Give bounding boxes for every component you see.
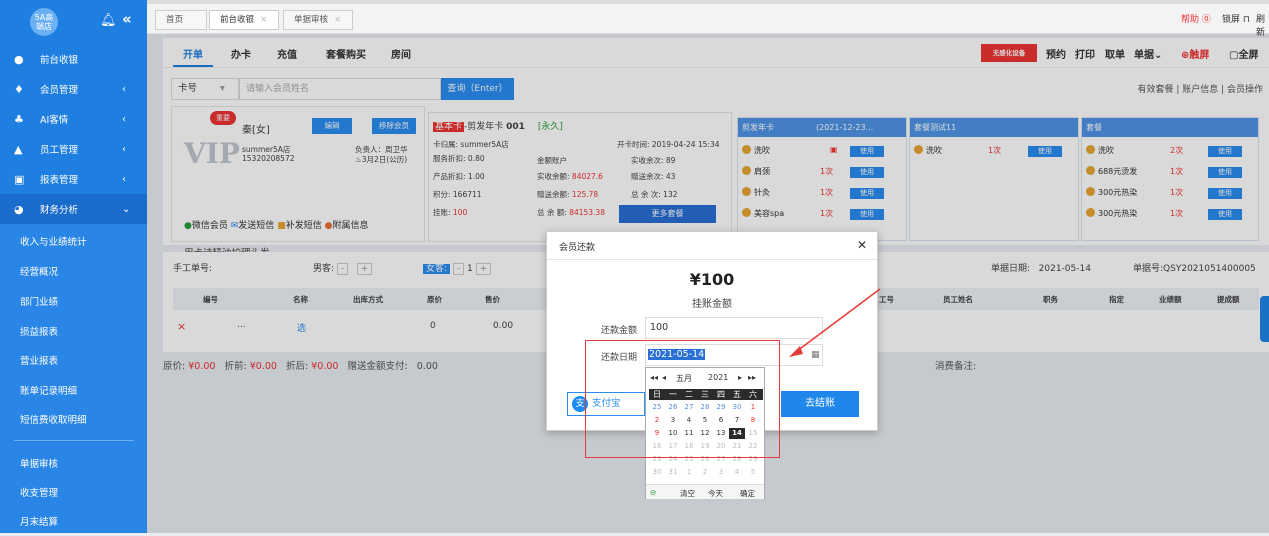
submenu-item[interactable]: 经营概况 xyxy=(0,256,147,286)
store-logo: 5A高 端店 xyxy=(30,8,58,36)
calendar-day[interactable]: 31 xyxy=(665,467,681,478)
submenu-label: 营业报表 xyxy=(20,356,59,367)
tab-label: 前台收银 xyxy=(220,15,255,25)
calendar-icon[interactable]: ▦ xyxy=(811,350,820,360)
submenu-item[interactable]: 收入与业绩统计 xyxy=(0,226,147,256)
submenu-label: 短信费收取明细 xyxy=(20,415,87,426)
bell-icon[interactable]: 🔔︎ xyxy=(100,13,117,28)
sidebar-item-reports[interactable]: ▣ 报表管理 ‹ xyxy=(0,164,147,194)
arrears-amount-label: 挂账金额 xyxy=(692,299,732,310)
chevron-down-icon: ⌄ xyxy=(122,203,131,215)
tab-label: 首页 xyxy=(166,15,184,25)
calendar-day[interactable]: 5 xyxy=(745,467,761,478)
collapse-sidebar-icon[interactable]: « xyxy=(122,10,132,28)
arrears-amount: ¥100 xyxy=(689,270,735,289)
tab-cashier[interactable]: 前台收银 × xyxy=(209,10,279,30)
calendar-day[interactable]: 3 xyxy=(713,467,729,478)
logo-line-2: 端店 xyxy=(36,22,52,31)
submenu-item[interactable]: 收支管理 xyxy=(0,477,147,507)
submenu-label: 单据审核 xyxy=(20,459,59,470)
sidebar-item-label: 员工管理 xyxy=(40,145,79,156)
calendar-day[interactable]: 1 xyxy=(681,467,697,478)
diamond-icon: ♦ xyxy=(14,82,24,96)
lock-screen-link[interactable]: 锁屏 ⊓ xyxy=(1222,12,1250,25)
sidebar-item-label: 前台收银 xyxy=(40,55,79,66)
submenu-label: 损益报表 xyxy=(20,327,59,338)
calendar-day[interactable]: 30 xyxy=(649,467,665,478)
chevron-left-icon: ‹ xyxy=(122,173,126,185)
sidebar: 5A高 端店 🔔︎ « ● 前台收银 ♦ 会员管理 ‹ ♣ AI客情 ‹ ▲ 员工管理 ‹ ▣… xyxy=(0,0,147,533)
submenu-label: 账单记录明细 xyxy=(20,386,78,397)
submenu-item[interactable]: 单据审核 xyxy=(0,448,147,478)
sidebar-item-finance[interactable]: ◕ 财务分析 ⌄ xyxy=(0,194,147,224)
tab-home[interactable]: 首页 xyxy=(155,10,207,30)
submenu-item[interactable]: 部门业绩 xyxy=(0,286,147,316)
calendar-day[interactable]: 2 xyxy=(697,467,713,478)
question-icon: ⓪ xyxy=(1201,15,1211,25)
ok-button[interactable]: 确定 xyxy=(740,488,755,499)
user-icon: ▲ xyxy=(14,142,23,156)
submenu-label: 收支管理 xyxy=(20,488,59,499)
sidebar-divider xyxy=(14,440,134,441)
sidebar-item-staff[interactable]: ▲ 员工管理 ‹ xyxy=(0,134,147,164)
sidebar-item-label: 会员管理 xyxy=(40,85,79,96)
clear-button[interactable]: 清空 xyxy=(680,488,695,499)
chevron-left-icon: ‹ xyxy=(122,143,126,155)
today-button[interactable]: 今天 xyxy=(708,488,723,499)
submenu-item[interactable]: 短信费收取明细 xyxy=(0,404,147,434)
lock-icon: ⊓ xyxy=(1242,15,1250,25)
monitor-icon: ▣ xyxy=(14,172,25,186)
sidebar-item-members[interactable]: ♦ 会员管理 ‹ xyxy=(0,74,147,104)
sidebar-item-label: 报表管理 xyxy=(40,175,79,186)
pie-chart-icon: ◕ xyxy=(14,202,24,216)
tab-bar: 首页 前台收银× 单据审核× 帮助 ⓪ 锁屏 ⊓ 刷新 C xyxy=(147,0,1269,48)
submenu-label: 收入与业绩统计 xyxy=(20,237,87,248)
help-link[interactable]: 帮助 ⓪ xyxy=(1181,12,1211,25)
chevron-left-icon: ‹ xyxy=(122,83,126,95)
dialog-header: 会员还款 ✕ xyxy=(547,232,877,260)
close-icon[interactable]: × xyxy=(260,15,267,25)
pay-amount-input[interactable]: 100 xyxy=(645,317,823,339)
sidebar-item-ai[interactable]: ♣ AI客情 ‹ xyxy=(0,104,147,134)
back-icon[interactable]: ⊖ xyxy=(650,488,656,497)
close-icon[interactable]: × xyxy=(334,15,341,25)
tab-label: 单据审核 xyxy=(294,15,329,25)
submenu-label: 月末结算 xyxy=(20,517,59,528)
pay-amount-label: 还款金额 xyxy=(601,326,638,336)
top-strip xyxy=(147,0,1269,4)
submenu-item[interactable]: 账单记录明细 xyxy=(0,375,147,405)
money-icon: ● xyxy=(14,52,24,66)
dialog-title: 会员还款 xyxy=(559,243,596,253)
lock-label: 锁屏 xyxy=(1222,15,1241,25)
calendar-day[interactable]: 4 xyxy=(729,467,745,478)
logo-line-1: 5A高 xyxy=(34,13,54,22)
submenu-label: 经营概况 xyxy=(20,267,59,278)
submenu-item[interactable]: 月末结算 xyxy=(0,506,147,536)
submenu-label: 部门业绩 xyxy=(20,297,59,308)
sidebar-item-label: 财务分析 xyxy=(40,205,79,216)
checkout-button[interactable]: 去结账 xyxy=(781,391,859,417)
tab-audit[interactable]: 单据审核 × xyxy=(283,10,353,30)
highlight-box xyxy=(585,340,780,458)
submenu-item[interactable]: 损益报表 xyxy=(0,316,147,346)
submenu-item[interactable]: 营业报表 xyxy=(0,345,147,375)
sidebar-header: 5A高 端店 🔔︎ « xyxy=(0,0,147,44)
users-icon: ♣ xyxy=(14,112,24,126)
calendar-footer: ⊖ 清空 今天 确定 xyxy=(646,484,764,499)
help-label: 帮助 xyxy=(1181,15,1200,25)
sidebar-item-label: AI客情 xyxy=(40,115,69,126)
sidebar-item-cashier[interactable]: ● 前台收银 xyxy=(0,44,147,74)
close-icon[interactable]: ✕ xyxy=(857,238,867,252)
chevron-left-icon: ‹ xyxy=(122,113,126,125)
